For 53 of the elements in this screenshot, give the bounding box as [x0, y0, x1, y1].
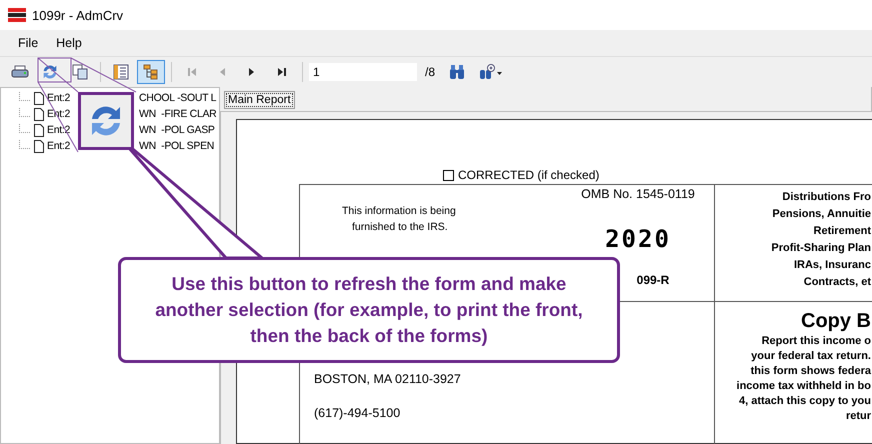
window-title: 1099r - AdmCrv — [32, 8, 124, 22]
copy-instruction-text: retur — [846, 409, 871, 424]
report-tab[interactable]: Main Report — [224, 91, 295, 109]
tree-item-text[interactable]: WN -POL GASP — [139, 124, 215, 136]
printer-icon — [11, 64, 29, 80]
omb-number: OMB No. 1545-0119 — [581, 187, 695, 201]
info-text: furnished to the IRS. — [352, 221, 449, 233]
menu-item[interactable]: Help — [48, 34, 90, 52]
form-title-text: Retirement — [814, 224, 871, 239]
form-name: 099-R — [636, 273, 670, 287]
copy-instruction-text: 4, attach this copy to you — [738, 394, 871, 409]
last-page-icon — [277, 67, 287, 77]
tree-line — [19, 124, 31, 132]
tree-line — [19, 108, 31, 116]
tree-line — [19, 140, 31, 148]
document-icon — [34, 140, 44, 152]
document-icon — [34, 124, 44, 136]
menu-item[interactable]: File — [10, 34, 46, 52]
tax-year: 2020 — [605, 225, 671, 253]
document-icon — [34, 108, 44, 120]
copy-title: Copy B — [801, 309, 871, 334]
info-text: This information is being — [342, 205, 456, 217]
copy-instruction-text: your federal tax return. — [751, 349, 871, 364]
refresh-icon — [41, 63, 59, 81]
tree-item-text[interactable]: WN -FIRE CLAR — [139, 108, 216, 120]
tree-icon — [143, 64, 159, 80]
form-title-text: IRAs, Insuranc — [794, 258, 871, 273]
tree-item-text[interactable]: CHOOL -SOUT L — [139, 92, 216, 104]
binoculars-plus-icon — [479, 64, 504, 80]
list-icon — [113, 64, 129, 80]
tree-item-text[interactable]: Ent:2 — [47, 92, 70, 104]
payer-phone: (617)-494-5100 — [314, 406, 402, 420]
tree-item-text[interactable]: WN -POL SPEN — [139, 140, 214, 152]
copy-instruction-text: income tax withheld in bo — [736, 379, 871, 394]
page-number-field[interactable]: 1 — [309, 63, 417, 81]
app-icon — [8, 8, 26, 22]
copy-instruction-text: Report this income o — [762, 334, 871, 349]
page-count: /8 — [425, 65, 436, 79]
form-title-text: Pensions, Annuitie — [772, 207, 871, 222]
callout-text: Use this button to refresh the form and make another selection (for example, to print the front, then the back of the forms) — [154, 272, 584, 348]
copy-instruction-text: this form shows federa — [750, 364, 871, 379]
first-page-icon — [187, 67, 197, 77]
corrected-label: CORRECTED (if checked) — [458, 168, 600, 182]
form-title-text: Profit-Sharing Plan — [771, 241, 871, 256]
binoculars-icon — [449, 64, 466, 80]
tree-view-button[interactable] — [137, 60, 165, 84]
document-icon — [34, 92, 44, 104]
copy-icon — [71, 63, 89, 81]
payer-address: BOSTON, MA 02110-3927 — [314, 372, 462, 386]
tree-line — [19, 92, 31, 100]
form-title-text: Contracts, et — [804, 275, 871, 290]
tree-item-text[interactable]: Ent:2 — [47, 140, 70, 152]
form-title-text: Distributions Fro — [782, 190, 871, 205]
